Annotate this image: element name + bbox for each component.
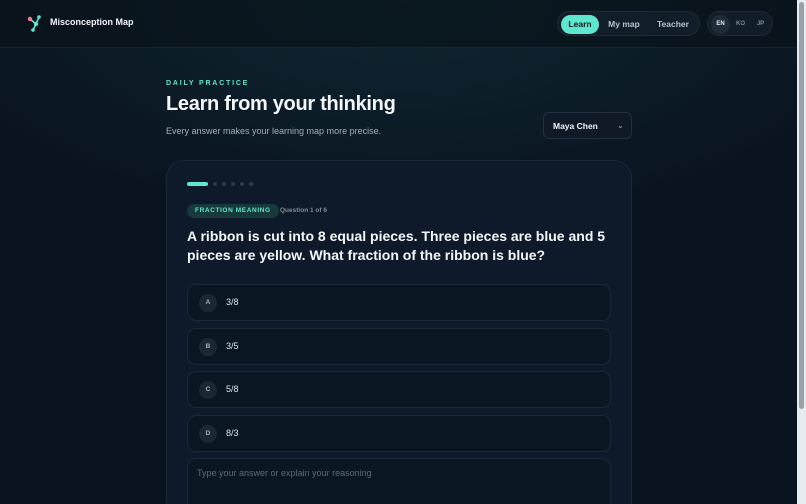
nav-teacher[interactable]: Teacher xyxy=(650,15,696,34)
question-counter: Question 1 of 6 xyxy=(280,207,327,214)
chevron-down-icon: ⌄ xyxy=(617,121,624,130)
lang-en[interactable]: EN xyxy=(711,15,730,34)
language-switcher: EN KO JP xyxy=(707,11,773,36)
network-logo-icon xyxy=(27,15,41,32)
progress-step xyxy=(222,182,226,186)
scrollbar-thumb[interactable] xyxy=(799,2,804,409)
question-card: FRACTION MEANING Question 1 of 6 A ribbo… xyxy=(166,160,632,504)
answer-option-d[interactable]: D 8/3 xyxy=(187,415,611,452)
progress-step xyxy=(213,182,217,186)
page-title: Learn from your thinking xyxy=(166,93,396,115)
option-letter: C xyxy=(199,381,217,399)
lang-ko[interactable]: KO xyxy=(731,15,750,34)
student-name: Maya Chen xyxy=(553,121,598,131)
answer-option-c[interactable]: C 5/8 xyxy=(187,371,611,408)
option-letter: A xyxy=(199,294,217,312)
nav-learn[interactable]: Learn xyxy=(561,15,599,34)
answer-reasoning-input[interactable] xyxy=(187,458,611,504)
question-text: A ribbon is cut into 8 equal pieces. Thr… xyxy=(187,228,606,263)
nav-my-map[interactable]: My map xyxy=(603,15,645,34)
option-text: 3/8 xyxy=(226,297,239,307)
progress-step xyxy=(240,182,244,186)
progress-step-current xyxy=(187,182,208,186)
option-text: 3/5 xyxy=(226,341,239,351)
progress-step xyxy=(249,182,253,186)
answer-option-a[interactable]: A 3/8 xyxy=(187,284,611,321)
option-letter: B xyxy=(199,338,217,356)
student-select[interactable]: Maya Chen ⌄ xyxy=(543,112,632,139)
lang-jp[interactable]: JP xyxy=(751,15,770,34)
main-nav: Learn My map Teacher xyxy=(557,11,700,36)
page-subtitle: Every answer makes your learning map mor… xyxy=(166,126,382,136)
option-letter: D xyxy=(199,425,217,443)
app-title: Misconception Map xyxy=(50,17,134,27)
option-text: 5/8 xyxy=(226,384,239,394)
progress-step xyxy=(231,182,235,186)
section-eyebrow: DAILY PRACTICE xyxy=(166,80,250,87)
answer-option-b[interactable]: B 3/5 xyxy=(187,328,611,365)
option-text: 8/3 xyxy=(226,428,239,438)
topic-badge: FRACTION MEANING xyxy=(187,204,279,218)
top-bar: Misconception Map Learn My map Teacher E… xyxy=(0,0,797,48)
